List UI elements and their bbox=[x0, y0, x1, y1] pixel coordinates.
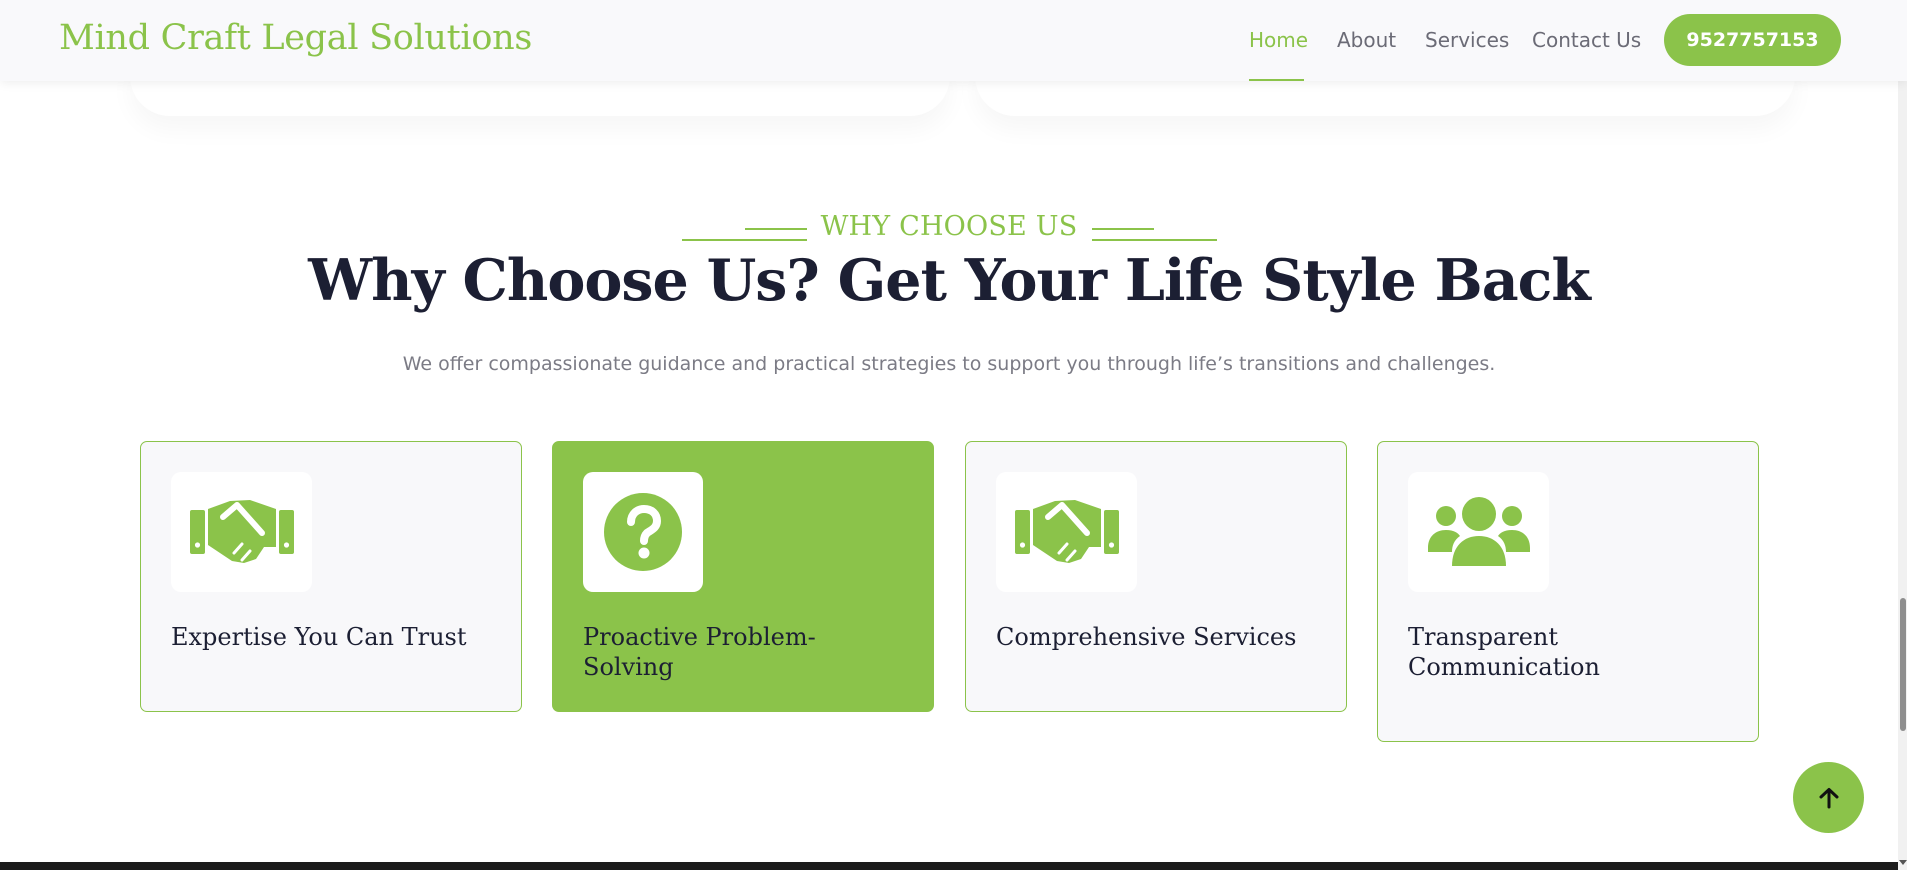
scrollbar-thumb[interactable] bbox=[1900, 598, 1906, 731]
nav-services[interactable]: Services bbox=[1425, 28, 1509, 52]
back-to-top-button[interactable] bbox=[1793, 762, 1864, 833]
feature-card-problem-solving[interactable]: Proactive Problem-Solving bbox=[552, 441, 934, 712]
handshake-icon bbox=[189, 500, 294, 563]
nav-home[interactable]: Home bbox=[1249, 28, 1308, 52]
card-title: Comprehensive Services bbox=[996, 623, 1297, 651]
handshake-icon bbox=[1014, 500, 1119, 563]
section-title: Why Choose Us? Get Your Life Style Back bbox=[308, 247, 1591, 314]
card-title: Transparent Communication bbox=[1408, 623, 1600, 681]
page: Mind Craft Legal Solutions Home About Se… bbox=[0, 0, 1907, 870]
feature-card-comprehensive[interactable]: Comprehensive Services bbox=[965, 441, 1347, 712]
card-icon-box bbox=[171, 472, 312, 592]
brand-logo[interactable]: Mind Craft Legal Solutions bbox=[59, 18, 532, 58]
card-title: Proactive Problem-Solving bbox=[583, 623, 816, 681]
navbar: Mind Craft Legal Solutions Home About Se… bbox=[0, 0, 1907, 81]
users-icon bbox=[1427, 497, 1530, 566]
nav-contact-us[interactable]: Contact Us bbox=[1532, 28, 1641, 52]
card-icon-box bbox=[1408, 472, 1549, 592]
next-section-edge bbox=[0, 862, 1898, 870]
card-icon-box bbox=[583, 472, 703, 592]
feature-card-expertise[interactable]: Expertise You Can Trust bbox=[140, 441, 522, 712]
scrollbar-track[interactable] bbox=[1898, 0, 1907, 870]
nav-about[interactable]: About bbox=[1337, 28, 1396, 52]
phone-button[interactable]: 9527757153 bbox=[1664, 14, 1841, 66]
question-circle-icon bbox=[604, 493, 682, 571]
scroll-down-arrow-icon[interactable] bbox=[1899, 860, 1907, 865]
card-icon-box bbox=[996, 472, 1137, 592]
feature-card-communication[interactable]: Transparent Communication bbox=[1377, 441, 1759, 742]
arrow-up-icon bbox=[1819, 787, 1838, 808]
card-title: Expertise You Can Trust bbox=[171, 623, 467, 651]
active-nav-underline bbox=[1249, 79, 1304, 81]
section-subtitle: We offer compassionate guidance and prac… bbox=[402, 353, 1496, 375]
section-eyebrow: WHY CHOOSE US bbox=[820, 211, 1078, 242]
